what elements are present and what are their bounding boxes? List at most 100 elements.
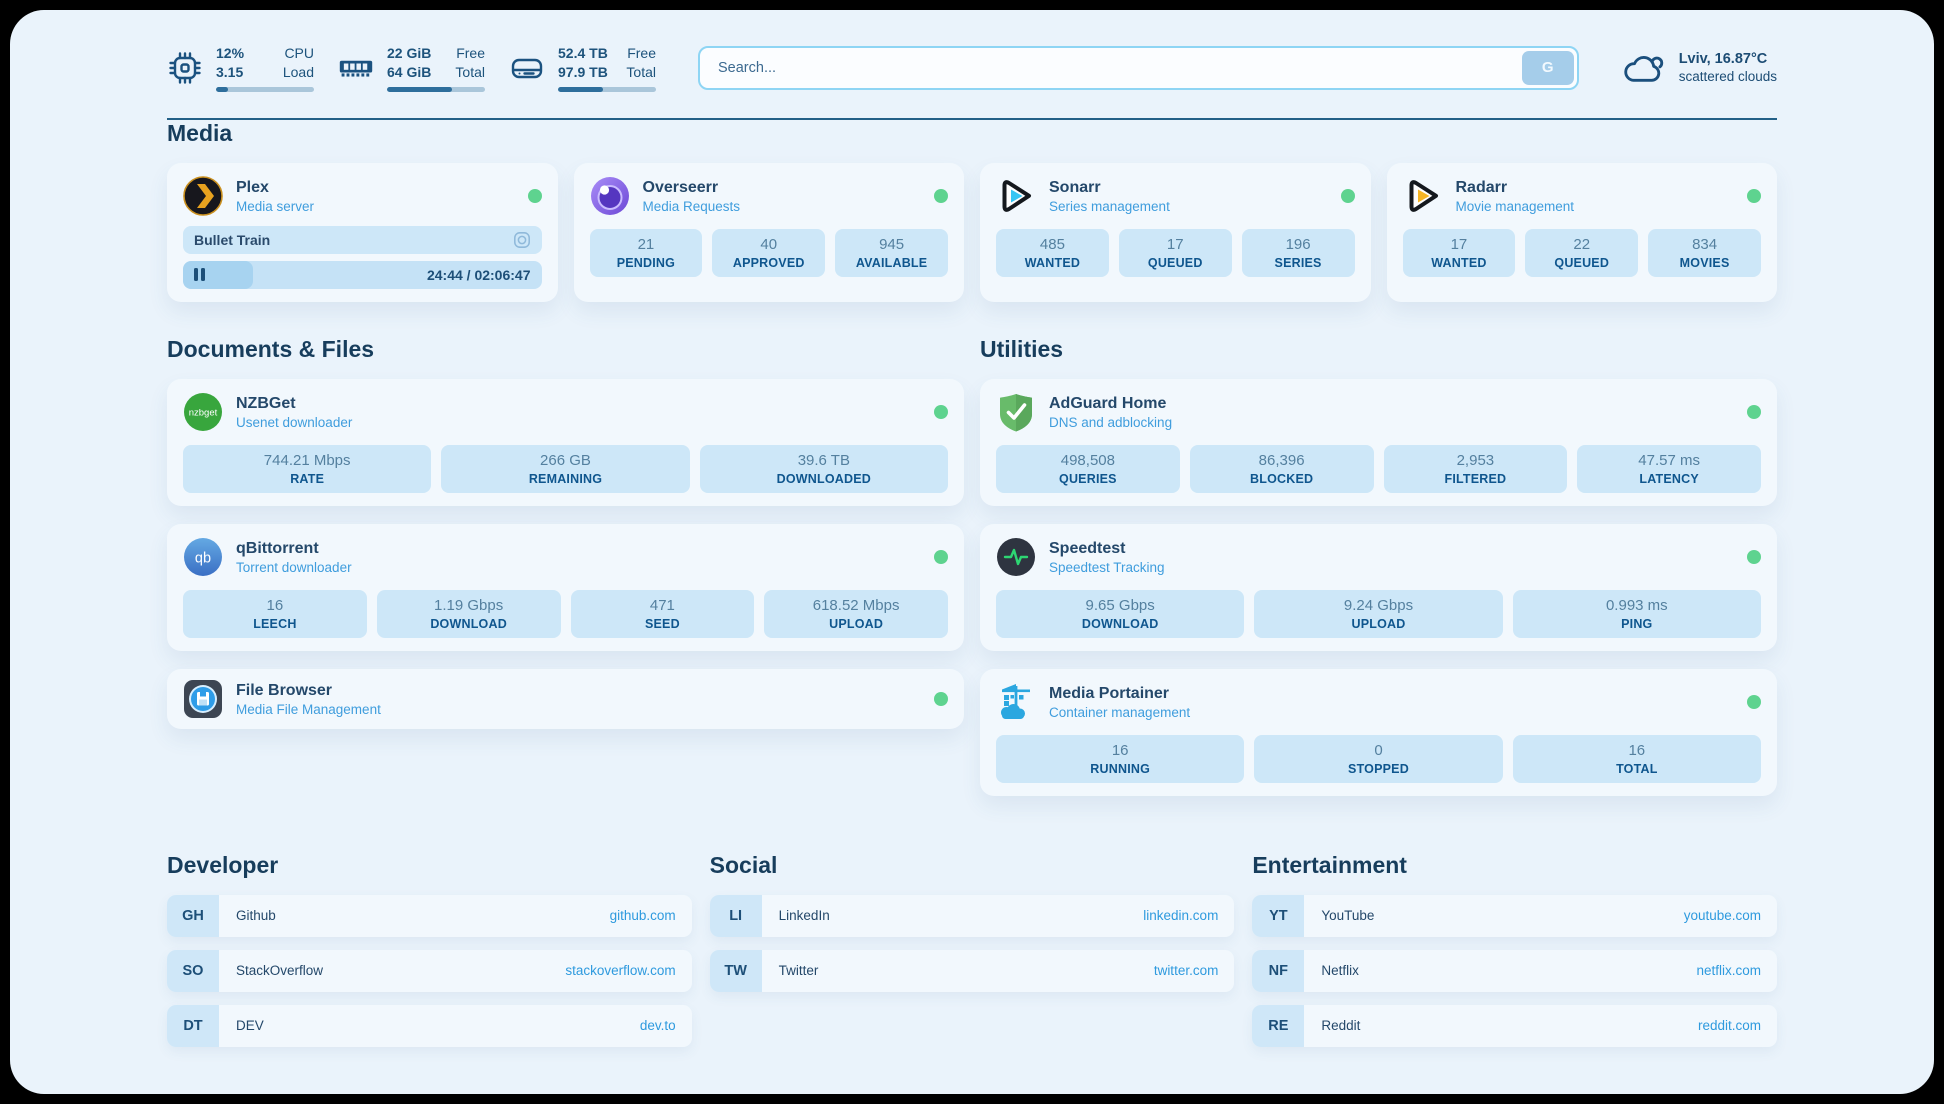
bookmark-link-youtube[interactable]: YT YouTube youtube.com [1252, 895, 1777, 937]
cpu-icon [167, 50, 203, 86]
stat-label: WANTED [1000, 256, 1105, 270]
portainer-icon [996, 682, 1036, 722]
radarr-icon [1403, 176, 1443, 216]
bookmark-name: Netflix [1321, 963, 1359, 978]
bookmark-abbr: GH [167, 895, 219, 937]
service-card-overseerr[interactable]: Overseerr Media Requests 21PENDING 40APP… [574, 163, 965, 302]
cpu-label: CPU [283, 44, 314, 63]
stat-pill: 17QUEUED [1119, 229, 1232, 277]
search-button[interactable]: G [1522, 51, 1574, 85]
bookmark-link-dev[interactable]: DT DEV dev.to [167, 1005, 692, 1047]
stat-value: 834 [1652, 236, 1757, 253]
cpu-progress [216, 87, 314, 92]
stat-pill: 834 MOVIES [1648, 229, 1761, 277]
ram-progress [387, 87, 485, 92]
plex-icon [183, 176, 223, 216]
stat-pill: 0STOPPED [1254, 735, 1502, 783]
stat-pill: 498,508QUERIES [996, 445, 1180, 493]
bookmark-link-github[interactable]: GH Github github.com [167, 895, 692, 937]
stat-label: TOTAL [1517, 762, 1757, 776]
stat-label: LATENCY [1581, 472, 1757, 486]
service-card-qbittorrent[interactable]: qb qBittorrent Torrent downloader 16LEEC… [167, 524, 964, 651]
bookmark-url: linkedin.com [1143, 908, 1218, 923]
stat-value: 47.57 ms [1581, 452, 1757, 469]
qbittorrent-icon: qb [183, 537, 223, 577]
bookmark-abbr: LI [710, 895, 762, 937]
stat-pill: 744.21 MbpsRATE [183, 445, 431, 493]
search-input[interactable] [698, 46, 1579, 90]
bookmark-group-developer: Developer GH Github github.com SO StackO… [167, 852, 692, 1060]
stat-value: 86,396 [1194, 452, 1370, 469]
stat-value: 196 [1246, 236, 1351, 253]
stat-value: 9.65 Gbps [1000, 597, 1240, 614]
service-title: Radarr [1456, 178, 1575, 197]
bookmark-url: netflix.com [1696, 963, 1761, 978]
media-card-grid: Plex Media server Bullet Train 24:44 / 0… [167, 163, 1777, 302]
bookmark-link-netflix[interactable]: NF Netflix netflix.com [1252, 950, 1777, 992]
service-card-speedtest[interactable]: Speedtest Speedtest Tracking 9.65 GbpsDO… [980, 524, 1777, 651]
weather-summary: Lviv, 16.87°C [1679, 51, 1777, 67]
stat-value: 0.993 ms [1517, 597, 1757, 614]
stat-value: 1.19 Gbps [381, 597, 557, 614]
stat-label: WANTED [1407, 256, 1512, 270]
playback-progress: 24:44 / 02:06:47 [183, 261, 542, 289]
service-title: NZBGet [236, 394, 352, 413]
section-title-entertainment: Entertainment [1252, 852, 1777, 879]
service-card-filebrowser[interactable]: File Browser Media File Management [167, 669, 964, 729]
now-playing-track: Bullet Train [194, 232, 270, 248]
stat-label: PENDING [594, 256, 699, 270]
service-card-sonarr[interactable]: Sonarr Series management 485WANTED 17QUE… [980, 163, 1371, 302]
bookmark-link-stackoverflow[interactable]: SO StackOverflow stackoverflow.com [167, 950, 692, 992]
overseerr-icon [590, 176, 630, 216]
stat-pill: 40APPROVED [712, 229, 825, 277]
stat-value: 0 [1258, 742, 1498, 759]
service-card-adguard[interactable]: AdGuard Home DNS and adblocking 498,508Q… [980, 379, 1777, 506]
service-card-radarr[interactable]: Radarr Movie management 17WANTED 22QUEUE… [1387, 163, 1778, 302]
bookmark-link-linkedin[interactable]: LI LinkedIn linkedin.com [710, 895, 1235, 937]
section-title-developer: Developer [167, 852, 692, 879]
nzbget-icon: nzbget [183, 392, 223, 432]
stat-pill: 485WANTED [996, 229, 1109, 277]
stat-label: QUEUED [1529, 256, 1634, 270]
ram-free-label: Free [455, 44, 485, 63]
session-disc-icon [513, 231, 531, 249]
section-title-utilities: Utilities [980, 336, 1777, 363]
stat-pill: 22 QUEUED [1525, 229, 1638, 277]
service-subtitle: DNS and adblocking [1049, 415, 1172, 430]
stat-label: MOVIES [1652, 256, 1757, 270]
bookmark-link-twitter[interactable]: TW Twitter twitter.com [710, 950, 1235, 992]
service-subtitle: Media Requests [643, 199, 741, 214]
speedtest-icon [996, 537, 1036, 577]
bookmark-name: YouTube [1321, 908, 1374, 923]
stat-label: QUEUED [1123, 256, 1228, 270]
ram-total-label: Total [455, 63, 485, 82]
stat-label: AVAILABLE [839, 256, 944, 270]
service-subtitle: Movie management [1456, 199, 1575, 214]
status-dot [528, 189, 542, 203]
bookmark-abbr: TW [710, 950, 762, 992]
stat-pill: 2,953FILTERED [1384, 445, 1568, 493]
stat-pill: 16 TOTAL [1513, 735, 1761, 783]
stat-label: LEECH [187, 617, 363, 631]
stat-value: 744.21 Mbps [187, 452, 427, 469]
pause-icon [194, 268, 205, 281]
service-card-nzbget[interactable]: nzbget NZBGet Usenet downloader 744.21 M… [167, 379, 964, 506]
bookmark-group-social: Social LI LinkedIn linkedin.com TW Twitt… [710, 852, 1235, 1060]
stat-label: RUNNING [1000, 762, 1240, 776]
bookmark-link-reddit[interactable]: RE Reddit reddit.com [1252, 1005, 1777, 1047]
bookmark-url: dev.to [640, 1018, 676, 1033]
status-dot [1747, 405, 1761, 419]
stat-label: REMAINING [445, 472, 685, 486]
service-card-plex[interactable]: Plex Media server Bullet Train 24:44 / 0… [167, 163, 558, 302]
service-title: qBittorrent [236, 539, 352, 558]
stat-value: 16 [187, 597, 363, 614]
stat-value: 498,508 [1000, 452, 1176, 469]
stat-value: 16 [1517, 742, 1757, 759]
status-dot [1747, 695, 1761, 709]
stat-value: 22 [1529, 236, 1634, 253]
service-card-portainer[interactable]: Media Portainer Container management 16R… [980, 669, 1777, 796]
disk-free-label: Free [626, 44, 656, 63]
stat-pill: 16 LEECH [183, 590, 367, 638]
disk-icon [509, 50, 545, 86]
disk-progress [558, 87, 656, 92]
